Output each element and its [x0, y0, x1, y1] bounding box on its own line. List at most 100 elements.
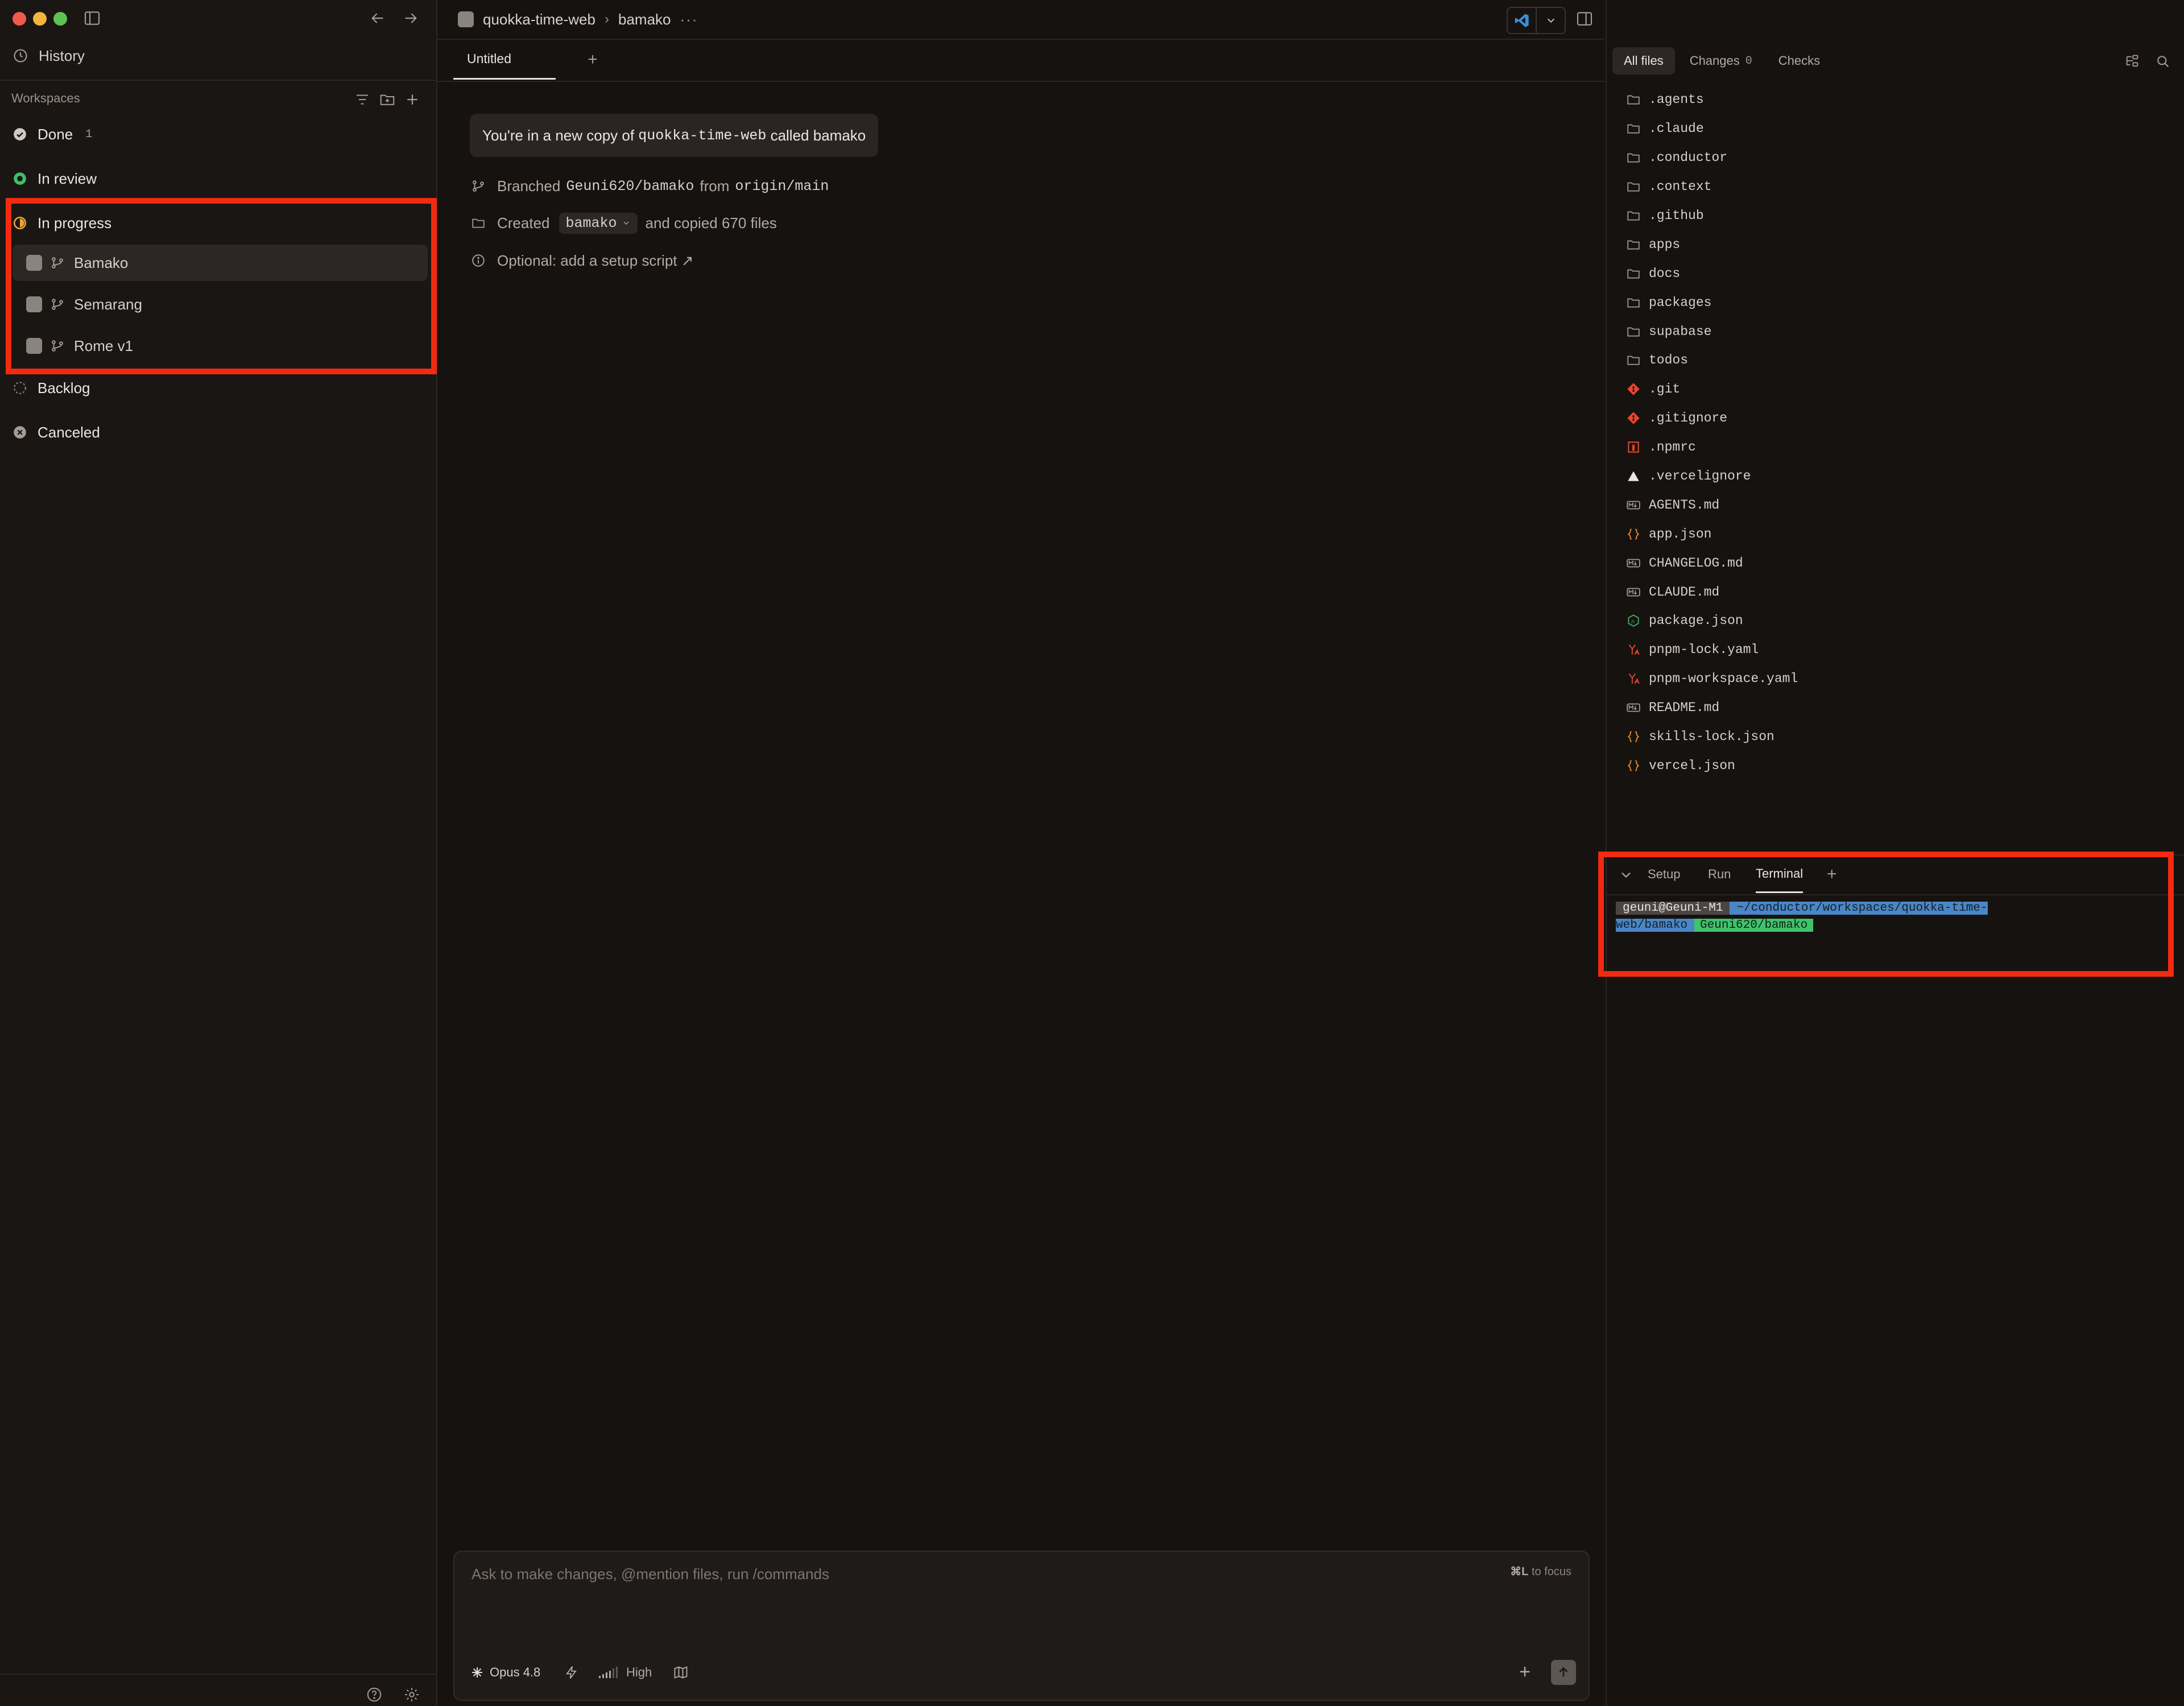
- file-tree-item[interactable]: pnpm-lock.yaml: [1626, 635, 2172, 664]
- file-tree-item[interactable]: js package.json: [1626, 606, 2172, 635]
- file-tree-item[interactable]: vercel.json: [1626, 751, 2172, 780]
- open-in-editor-button[interactable]: [1507, 7, 1566, 34]
- file-tree-item[interactable]: CHANGELOG.md: [1626, 548, 2172, 577]
- forward-arrow-icon[interactable]: [402, 9, 420, 27]
- send-button[interactable]: [1551, 1660, 1576, 1685]
- lightning-button[interactable]: [564, 1662, 580, 1683]
- filter-icon[interactable]: [354, 91, 371, 108]
- file-name: .conductor: [1649, 150, 1728, 166]
- file-name: pnpm-lock.yaml: [1649, 642, 1759, 658]
- divider: [0, 80, 436, 81]
- file-name: CHANGELOG.md: [1649, 555, 1743, 571]
- add-tab-button[interactable]: +: [584, 51, 601, 68]
- file-name: supabase: [1649, 324, 1712, 339]
- maximize-window-button[interactable]: [53, 12, 67, 26]
- folder-icon: [1626, 353, 1641, 367]
- origin-branch: origin/main: [735, 177, 829, 195]
- created-dir-pill[interactable]: bamako: [559, 212, 638, 234]
- file-name: .claude: [1649, 121, 1704, 137]
- setup-script-link[interactable]: Optional: add a setup script ↗: [471, 249, 694, 272]
- shortcut-text: to focus: [1531, 1565, 1571, 1578]
- tab-untitled[interactable]: Untitled: [453, 40, 556, 80]
- help-icon[interactable]: [366, 1686, 383, 1703]
- file-tree-item[interactable]: .context: [1626, 172, 2172, 201]
- file-tree-item[interactable]: .vercelignore: [1626, 462, 2172, 491]
- tab-label: Changes: [1689, 53, 1740, 68]
- json-icon: [1626, 758, 1641, 773]
- file-tree-item[interactable]: .conductor: [1626, 143, 2172, 172]
- sidebar-toggle-icon[interactable]: [83, 9, 101, 27]
- file-tree-item[interactable]: .git: [1626, 375, 2172, 404]
- group-done[interactable]: Done 1: [13, 123, 92, 146]
- effort-selector[interactable]: High: [598, 1662, 652, 1683]
- file-name: todos: [1649, 353, 1689, 368]
- more-options-button[interactable]: ···: [680, 11, 698, 28]
- search-icon[interactable]: [2155, 53, 2171, 69]
- chat-input[interactable]: [470, 1564, 1440, 1601]
- tab-label: Checks: [1778, 53, 1821, 68]
- tab-checks[interactable]: Checks: [1767, 47, 1831, 75]
- file-tree-item[interactable]: supabase: [1626, 317, 2172, 346]
- review-status-icon: [13, 171, 27, 186]
- backlog-icon: [13, 381, 27, 395]
- file-name: .github: [1649, 208, 1704, 223]
- history-link[interactable]: History: [13, 44, 85, 67]
- file-tree-item[interactable]: .gitignore: [1626, 404, 2172, 433]
- tab-label: All files: [1624, 53, 1664, 68]
- file-name: pnpm-workspace.yaml: [1649, 671, 1798, 687]
- plan-mode-button[interactable]: [673, 1662, 689, 1683]
- file-tree-item[interactable]: .github: [1626, 201, 2172, 230]
- group-in-review[interactable]: In review: [13, 167, 97, 190]
- close-window-button[interactable]: [13, 12, 26, 26]
- markdown-icon: [1626, 498, 1641, 513]
- markdown-icon: [1626, 585, 1641, 600]
- add-workspace-icon[interactable]: [404, 91, 421, 108]
- arrow-up-icon: [1559, 1667, 1568, 1677]
- map-icon: [673, 1664, 689, 1680]
- setup-script-text[interactable]: Optional: add a setup script ↗: [497, 252, 694, 270]
- json-icon: [1626, 729, 1641, 744]
- focus-hint: ⌘L to focus: [1510, 1564, 1571, 1579]
- group-canceled[interactable]: Canceled: [13, 421, 100, 444]
- back-arrow-icon[interactable]: [369, 9, 387, 27]
- file-tree-item[interactable]: pnpm-workspace.yaml: [1626, 664, 2172, 693]
- file-tree-item[interactable]: packages: [1626, 288, 2172, 317]
- file-tree-item[interactable]: todos: [1626, 346, 2172, 375]
- created-dir-name: bamako: [565, 214, 617, 232]
- breadcrumb-workspace[interactable]: bamako: [618, 11, 671, 28]
- breadcrumb-repo[interactable]: quokka-time-web: [483, 11, 595, 28]
- file-tree-item[interactable]: .claude: [1626, 114, 2172, 143]
- folder-icon: [1626, 121, 1641, 136]
- model-selector[interactable]: Opus 4.8: [470, 1662, 540, 1683]
- file-name: docs: [1649, 266, 1681, 281]
- file-tree-item[interactable]: AGENTS.md: [1626, 490, 2172, 519]
- file-tree-item[interactable]: .npmrc: [1626, 433, 2172, 462]
- file-name: apps: [1649, 237, 1681, 252]
- repo-icon: [458, 11, 474, 27]
- file-tree: .agents .claude .conductor .context .github a…: [1626, 85, 2172, 780]
- file-name: README.md: [1649, 700, 1720, 716]
- tab-all-files[interactable]: All files: [1612, 47, 1675, 75]
- group-backlog[interactable]: Backlog: [13, 377, 90, 399]
- minimize-window-button[interactable]: [33, 12, 47, 26]
- settings-gear-icon[interactable]: [403, 1686, 420, 1703]
- toggle-right-panel-icon[interactable]: [1575, 10, 1594, 28]
- file-tree-item[interactable]: CLAUDE.md: [1626, 577, 2172, 606]
- file-tree-item[interactable]: docs: [1626, 259, 2172, 288]
- sparkle-icon: [470, 1666, 484, 1679]
- chevron-down-icon[interactable]: [1537, 8, 1565, 33]
- vscode-icon[interactable]: [1508, 8, 1537, 33]
- new-folder-icon[interactable]: [379, 91, 396, 108]
- divider: [0, 1674, 436, 1675]
- file-tree-item[interactable]: app.json: [1626, 519, 2172, 548]
- file-tree-item[interactable]: skills-lock.json: [1626, 722, 2172, 751]
- file-tree-item[interactable]: .agents: [1626, 85, 2172, 114]
- tree-view-icon[interactable]: [2124, 53, 2140, 69]
- markdown-icon: [1626, 700, 1641, 715]
- shortcut-key: ⌘L: [1510, 1565, 1529, 1578]
- file-tree-item[interactable]: apps: [1626, 230, 2172, 259]
- changes-count: 0: [1745, 54, 1752, 68]
- file-tree-item[interactable]: README.md: [1626, 693, 2172, 722]
- tab-changes[interactable]: Changes 0: [1678, 47, 1764, 75]
- attach-plus-button[interactable]: +: [1516, 1662, 1534, 1682]
